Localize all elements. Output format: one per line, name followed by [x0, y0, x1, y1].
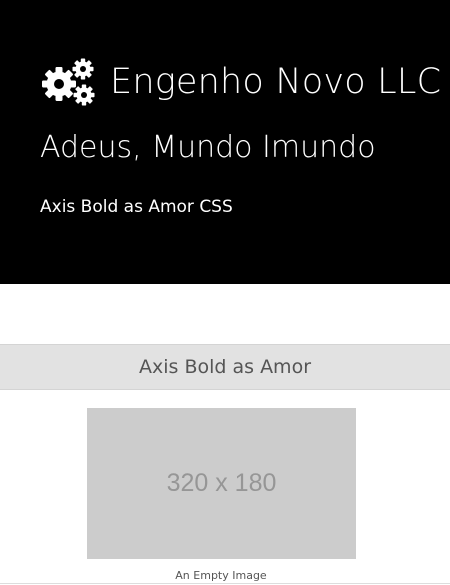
section-heading: Axis Bold as Amor [0, 344, 450, 390]
brand-name: Engenho Novo LLC [110, 62, 442, 102]
page-title: Adeus, Mundo Imundo [40, 130, 376, 165]
page-subtitle: Axis Bold as Amor CSS [40, 197, 233, 217]
gears-icon [42, 58, 95, 106]
placeholder-image: 320 x 180 [87, 408, 356, 559]
brand-link[interactable]: Engenho Novo LLC [40, 54, 441, 110]
divider [0, 583, 450, 584]
placeholder-image-label: 320 x 180 [166, 469, 277, 497]
image-caption: An Empty Image [175, 569, 267, 582]
hero-header: Engenho Novo LLC Adeus, Mundo Imundo Axi… [0, 0, 450, 284]
